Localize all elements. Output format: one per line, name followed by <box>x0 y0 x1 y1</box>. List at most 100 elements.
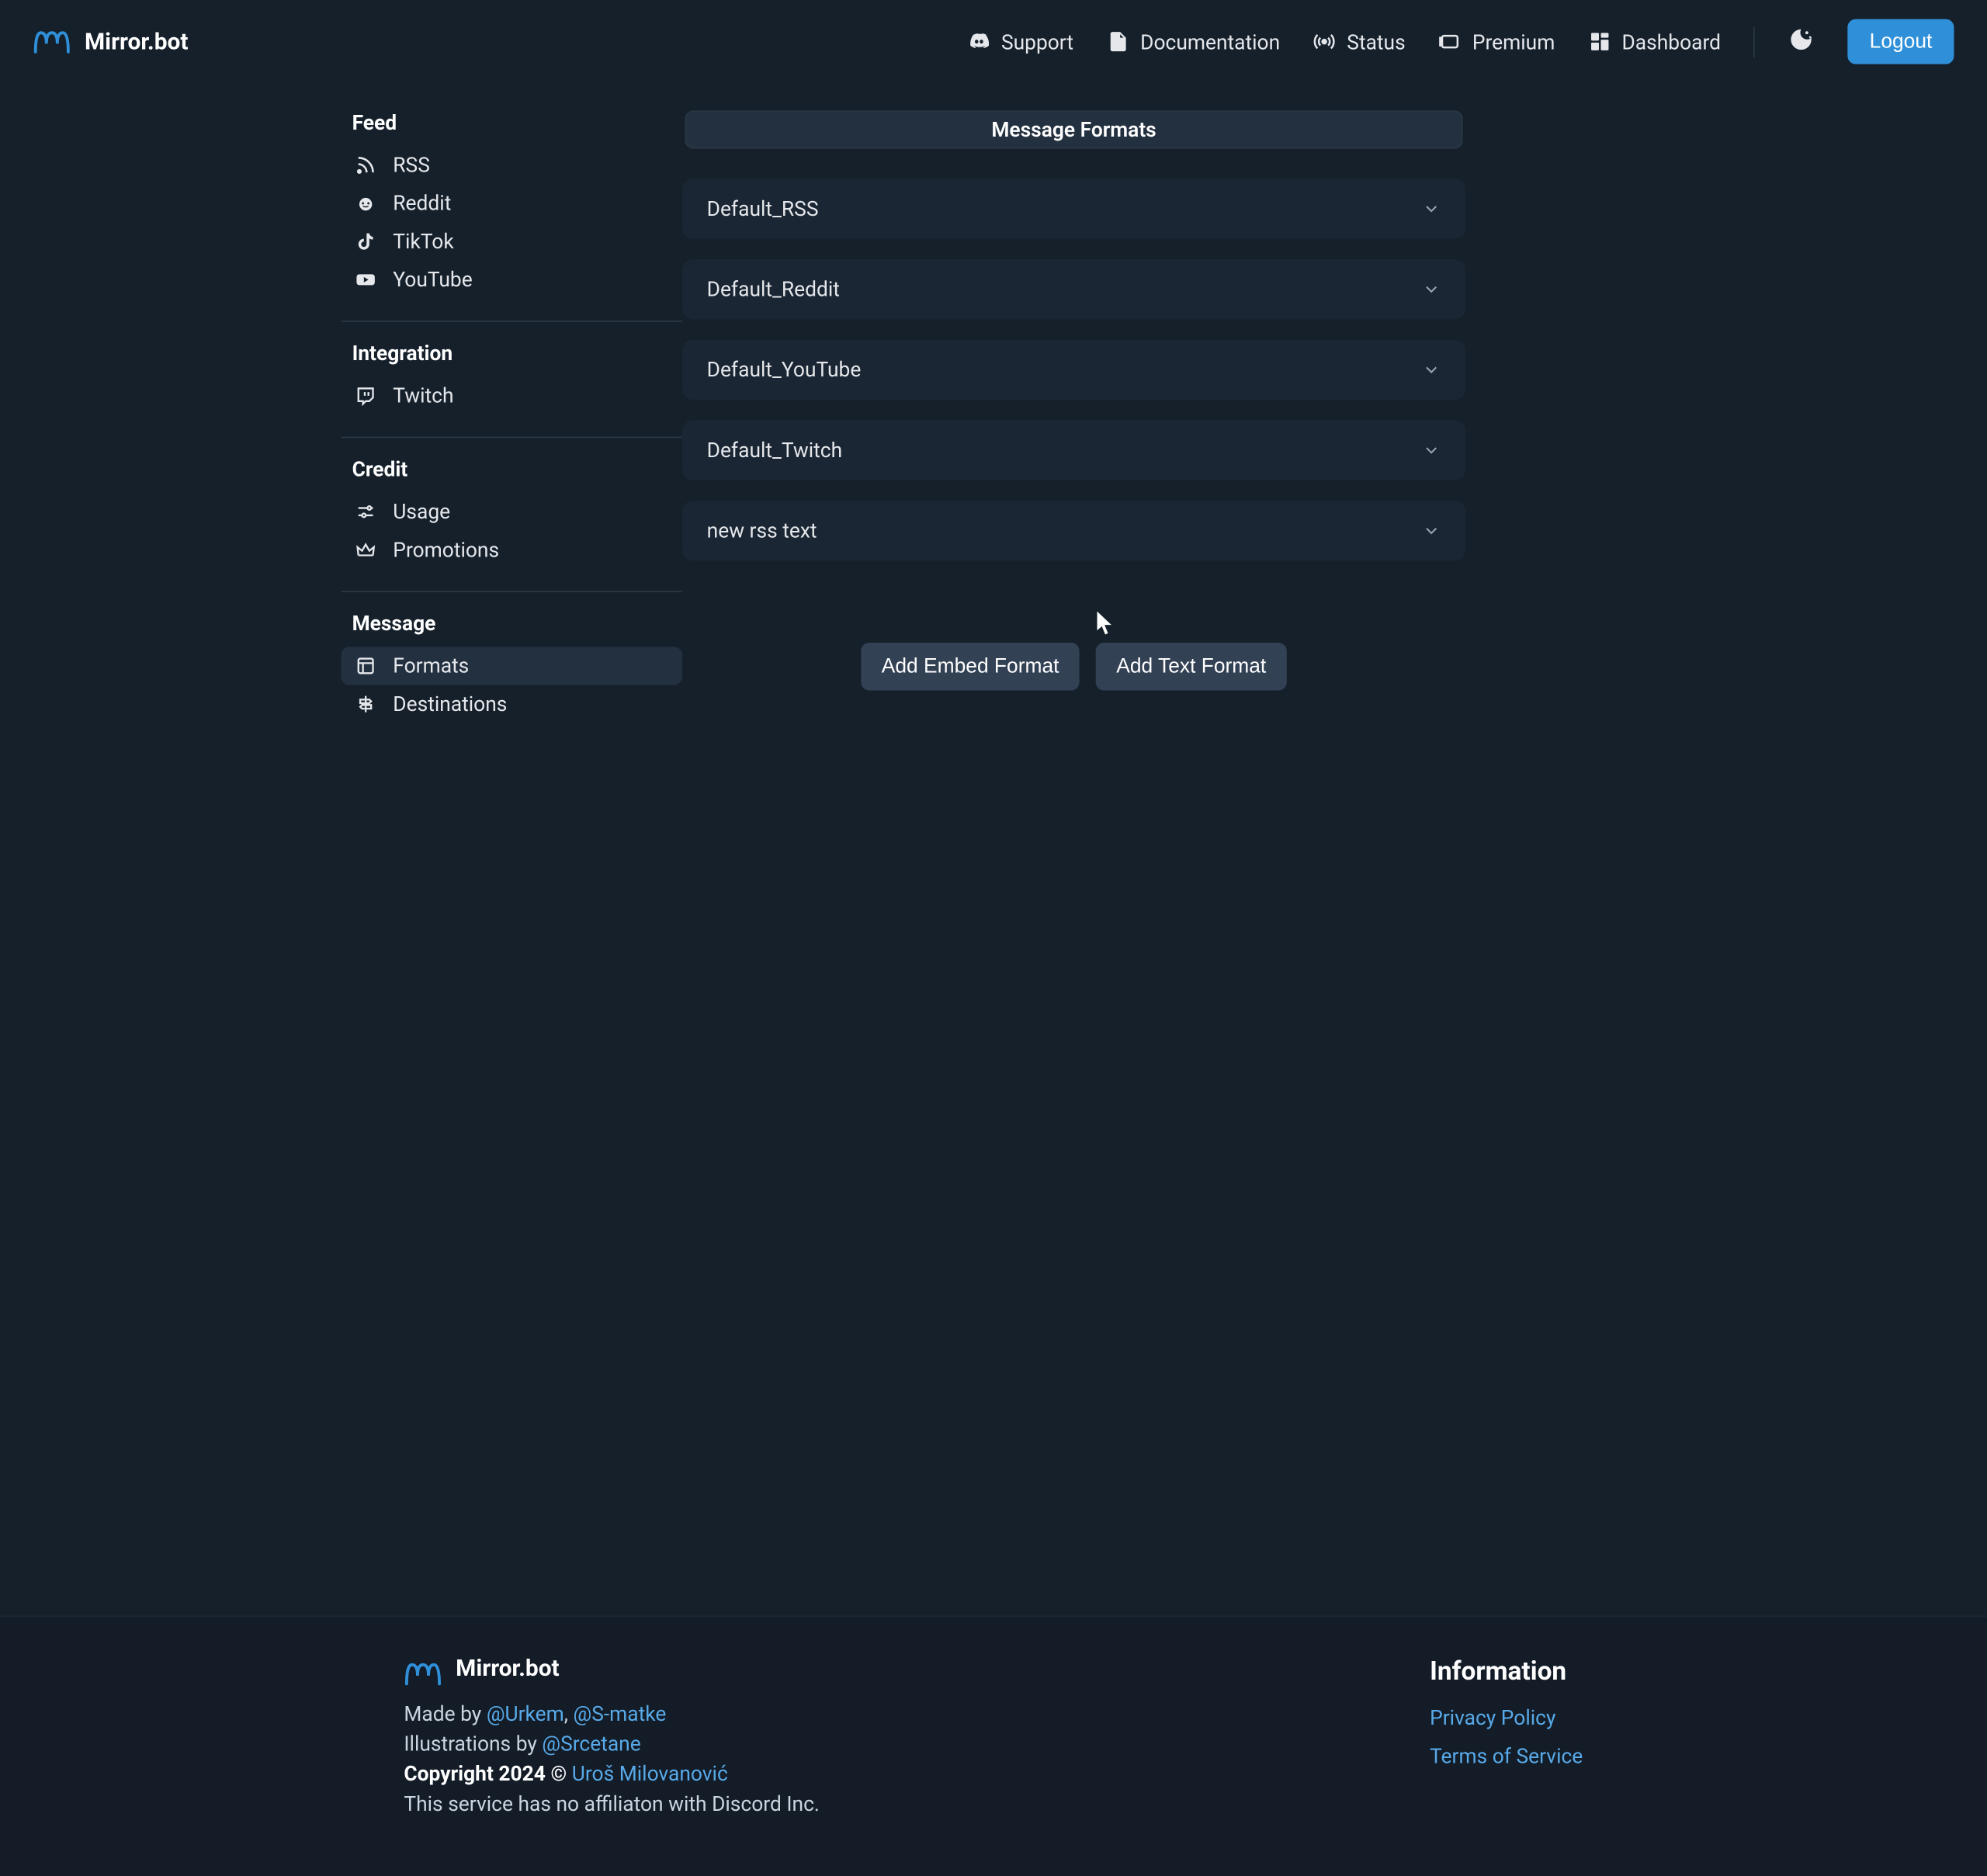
footer-copyright: Copyright 2024 © Uroš Milovanović <box>404 1762 819 1787</box>
chevron-down-icon <box>1422 441 1441 460</box>
sidebar-item-label: Promotions <box>393 538 499 563</box>
sidebar-section-message: Message Formats Destinations <box>342 612 683 743</box>
add-text-format-button[interactable]: Add Text Format <box>1096 643 1287 691</box>
format-label: new rss text <box>707 518 817 543</box>
document-icon <box>1106 30 1129 54</box>
brand[interactable]: Mirror.bot <box>33 28 188 55</box>
nav-right: Support Documentation Status Premium Das… <box>967 19 1954 64</box>
nav-documentation-label: Documentation <box>1140 29 1280 54</box>
format-row[interactable]: Default_YouTube <box>682 340 1465 400</box>
sidebar-heading-feed: Feed <box>342 110 683 135</box>
premium-icon <box>1438 30 1462 54</box>
broadcast-icon <box>1313 30 1336 54</box>
format-label: Default_RSS <box>707 196 819 221</box>
footer: Mirror.bot Made by @Urkem, @S-matke Illu… <box>0 1615 1987 1876</box>
sidebar-item-destinations[interactable]: Destinations <box>342 685 683 723</box>
footer-right: Information Privacy Policy Terms of Serv… <box>1430 1655 1583 1821</box>
footer-brand-name: Mirror.bot <box>456 1655 560 1682</box>
format-row[interactable]: new rss text <box>682 501 1465 560</box>
sidebar-section-integration: Integration Twitch <box>342 342 683 435</box>
footer-link-urkem[interactable]: @Urkem <box>487 1701 564 1726</box>
sidebar-item-usage[interactable]: Usage <box>342 493 683 531</box>
nav-support-label: Support <box>1001 29 1073 54</box>
twitch-icon <box>355 385 376 407</box>
sidebar-item-label: Formats <box>393 654 469 678</box>
layout-icon <box>355 655 376 677</box>
content: Feed RSS Reddit TikTok YouTube Integrati… <box>0 83 1987 742</box>
format-row[interactable]: Default_Twitch <box>682 420 1465 480</box>
footer-text: Illustrations by <box>404 1732 542 1756</box>
footer-made-by: Made by @Urkem, @S-matke <box>404 1701 819 1726</box>
topbar: Mirror.bot Support Documentation Status … <box>0 0 1987 83</box>
sidebar-heading-credit: Credit <box>342 457 683 482</box>
discord-icon <box>967 30 990 54</box>
rss-icon <box>355 154 376 176</box>
format-row[interactable]: Default_RSS <box>682 179 1465 238</box>
nav-documentation[interactable]: Documentation <box>1106 29 1280 54</box>
nav-status[interactable]: Status <box>1313 29 1405 54</box>
chevron-down-icon <box>1422 360 1441 380</box>
sidebar-section-feed: Feed RSS Reddit TikTok YouTube <box>342 110 683 317</box>
footer-link-srcetane[interactable]: @Srcetane <box>542 1732 640 1756</box>
footer-link-uros[interactable]: Uroš Milovanović <box>572 1762 728 1787</box>
nav-status-label: Status <box>1347 29 1405 54</box>
format-row[interactable]: Default_Reddit <box>682 259 1465 319</box>
nav-dashboard[interactable]: Dashboard <box>1588 29 1721 54</box>
add-embed-format-button[interactable]: Add Embed Format <box>861 643 1079 691</box>
sidebar-item-tiktok[interactable]: TikTok <box>342 223 683 261</box>
footer-text: Made by <box>404 1701 486 1726</box>
nav-premium[interactable]: Premium <box>1438 29 1555 54</box>
main-panel: Message Formats Default_RSS Default_Redd… <box>682 110 1465 742</box>
crown-icon <box>355 539 376 560</box>
footer-link-terms[interactable]: Terms of Service <box>1430 1744 1583 1769</box>
brand-name: Mirror.bot <box>85 28 189 55</box>
footer-text: Copyright 2024 © <box>404 1762 571 1787</box>
nav-support[interactable]: Support <box>967 29 1073 54</box>
sidebar-heading-integration: Integration <box>342 342 683 366</box>
sidebar-item-reddit[interactable]: Reddit <box>342 184 683 222</box>
nav-premium-label: Premium <box>1472 29 1555 54</box>
logout-button[interactable]: Logout <box>1848 19 1954 64</box>
sidebar-item-label: Destinations <box>393 692 507 716</box>
sidebar-item-label: Twitch <box>393 383 453 408</box>
dashboard-icon <box>1588 30 1611 54</box>
theme-icon <box>1788 23 1815 61</box>
sidebar: Feed RSS Reddit TikTok YouTube Integrati… <box>342 110 683 742</box>
page-title: Message Formats <box>685 110 1463 148</box>
mirror-logo-icon <box>404 1656 442 1681</box>
format-label: Default_Twitch <box>707 438 842 463</box>
chevron-down-icon <box>1422 279 1441 299</box>
chevron-down-icon <box>1422 199 1441 219</box>
sidebar-item-twitch[interactable]: Twitch <box>342 376 683 414</box>
sidebar-divider <box>342 321 683 322</box>
footer-left: Mirror.bot Made by @Urkem, @S-matke Illu… <box>404 1655 819 1821</box>
footer-disclaimer: This service has no affiliaton with Disc… <box>404 1791 819 1816</box>
theme-toggle[interactable] <box>1788 23 1815 61</box>
sidebar-divider <box>342 437 683 439</box>
sidebar-item-promotions[interactable]: Promotions <box>342 531 683 569</box>
footer-link-privacy[interactable]: Privacy Policy <box>1430 1706 1583 1731</box>
mirror-logo-icon <box>33 29 71 54</box>
sidebar-item-label: YouTube <box>393 268 472 293</box>
format-label: Default_YouTube <box>707 358 862 383</box>
sidebar-item-label: TikTok <box>393 229 453 254</box>
footer-text: , <box>564 1701 574 1726</box>
footer-brand: Mirror.bot <box>404 1655 819 1682</box>
footer-illustrations: Illustrations by @Srcetane <box>404 1732 819 1756</box>
nav-dashboard-label: Dashboard <box>1621 29 1721 54</box>
sidebar-item-rss[interactable]: RSS <box>342 146 683 184</box>
sidebar-item-label: Reddit <box>393 191 451 216</box>
youtube-icon <box>355 269 376 290</box>
sidebar-item-youtube[interactable]: YouTube <box>342 261 683 299</box>
format-label: Default_Reddit <box>707 277 840 302</box>
sidebar-divider <box>342 591 683 592</box>
sidebar-item-formats[interactable]: Formats <box>342 647 683 685</box>
chevron-down-icon <box>1422 522 1441 541</box>
sliders-icon <box>355 501 376 522</box>
tiktok-icon <box>355 231 376 252</box>
footer-link-smatke[interactable]: @S-matke <box>574 1701 667 1726</box>
reddit-icon <box>355 192 376 214</box>
action-row: Add Embed Format Add Text Format <box>682 643 1465 691</box>
sidebar-section-credit: Credit Usage Promotions <box>342 457 683 588</box>
sidebar-heading-message: Message <box>342 612 683 636</box>
